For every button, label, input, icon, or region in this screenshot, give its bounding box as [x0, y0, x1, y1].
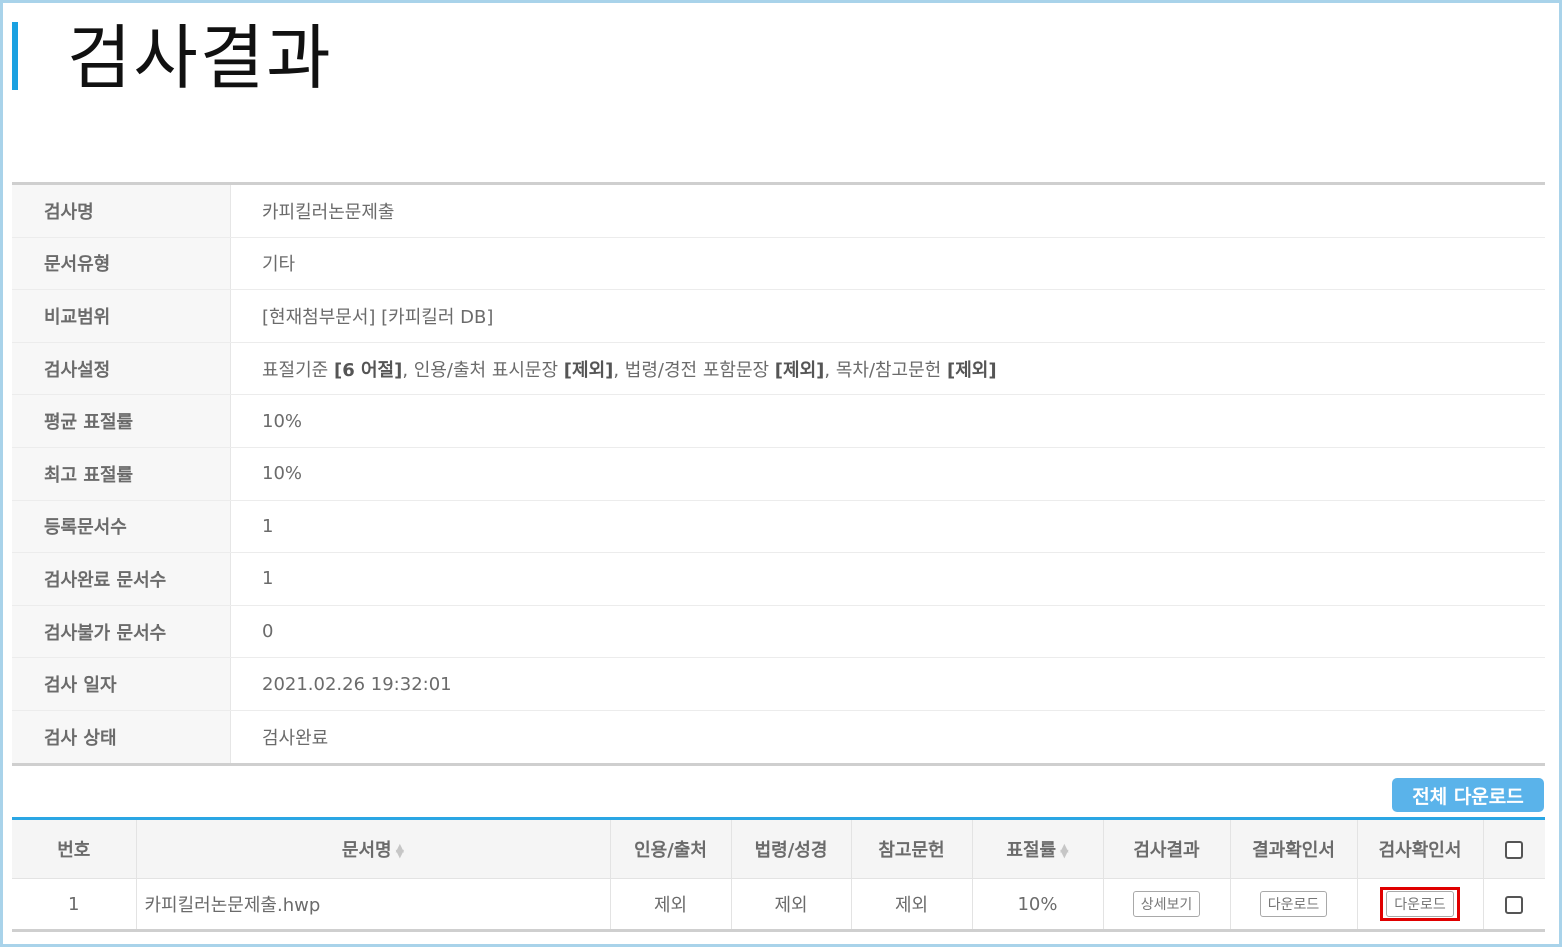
settings-value: 표절기준 [6 어절], 인용/출처 표시문장 [제외], 법령/경전 포함문장… [231, 343, 1545, 395]
info-row-settings: 검사설정 표절기준 [6 어절], 인용/출처 표시문장 [제외], 법령/경전… [12, 342, 1545, 396]
info-row-max-rate: 최고 표절률 10% [12, 447, 1545, 501]
header-reference: 참고문헌 [851, 818, 973, 879]
row-certificate-cell: 다운로드 [1357, 878, 1484, 931]
settings-text: 표절기준 [262, 359, 334, 381]
header-label: 문서명 [341, 840, 392, 861]
info-label: 검사명 [12, 185, 231, 237]
info-row-completed: 검사완료 문서수 1 [12, 553, 1545, 606]
info-row-scope: 비교범위 [현재첨부문서] [카피킬러 DB] [12, 290, 1545, 343]
page-title: 검사결과 [67, 17, 333, 99]
info-label: 등록문서수 [12, 500, 231, 553]
header-citation: 인용/출처 [610, 818, 732, 879]
info-value: 2021.02.26 19:32:01 [262, 673, 452, 695]
settings-bold: [제외] [563, 359, 614, 381]
table-header-row: 번호 문서명 ▲ ▼ 인용/출처 법령/성경 참고문헌 표절률 ▲ ▼ 검사결과 결과확… [12, 818, 1545, 879]
info-label: 검사설정 [12, 342, 231, 395]
settings-text: , 목차/참고문헌 [824, 359, 947, 381]
info-label: 최고 표절률 [12, 447, 231, 500]
select-all-checkbox[interactable] [1505, 840, 1524, 859]
info-value: 0 [262, 621, 274, 643]
page-frame: 검사결과 검사명 카피킬러논문제출 문서유형 기타 비교범위 [현재첨부문서] … [0, 0, 1562, 947]
info-label: 비교범위 [12, 290, 231, 342]
header-select-all [1483, 818, 1545, 879]
info-row-registered: 등록문서수 1 [12, 500, 1545, 554]
info-value: 카피킬러논문제출 [262, 201, 395, 223]
info-row-failed: 검사불가 문서수 0 [12, 605, 1545, 659]
header-label: 표절률 [1006, 840, 1057, 861]
row-law: 제외 [731, 878, 852, 931]
settings-text: , 인용/출처 표시문장 [402, 359, 564, 381]
highlight-box: 다운로드 [1380, 887, 1460, 921]
row-select-cell [1483, 879, 1545, 931]
info-row-status: 검사 상태 검사완료 [12, 710, 1545, 763]
info-row-doc-type: 문서유형 기타 [12, 237, 1545, 291]
header-report: 결과확인서 [1230, 818, 1358, 879]
sort-icon[interactable]: ▲ ▼ [1060, 842, 1068, 859]
info-value: [현재첨부문서] [카피킬러 DB] [262, 306, 494, 328]
info-value: 10% [262, 463, 303, 485]
report-download-button[interactable]: 다운로드 [1259, 891, 1328, 917]
header-doc-name[interactable]: 문서명 ▲ ▼ [136, 818, 611, 879]
certificate-download-button[interactable]: 다운로드 [1386, 891, 1454, 917]
info-label: 검사 상태 [12, 710, 231, 763]
info-value: 1 [262, 568, 274, 590]
info-value: 1 [262, 515, 274, 537]
header-rate[interactable]: 표절률 ▲ ▼ [972, 818, 1104, 879]
title-accent-bar [12, 22, 18, 90]
settings-text: , 법령/경전 포함문장 [613, 359, 775, 381]
info-value: 기타 [262, 254, 296, 276]
info-label: 문서유형 [12, 237, 231, 290]
info-row-name: 검사명 카피킬러논문제출 [12, 185, 1545, 238]
row-report-cell: 다운로드 [1230, 878, 1358, 931]
info-label: 검사 일자 [12, 658, 231, 710]
table-row: 1 카피킬러논문제출.hwp 제외 제외 제외 10% 상세보기 다운로드 다운… [12, 878, 1545, 931]
info-value: 10% [262, 410, 303, 432]
info-label: 검사완료 문서수 [12, 553, 231, 605]
download-all-button[interactable]: 전체 다운로드 [1392, 778, 1544, 812]
header-no: 번호 [12, 818, 137, 879]
row-rate: 10% [972, 878, 1104, 931]
row-no: 1 [12, 878, 137, 931]
info-label: 평균 표절률 [12, 395, 231, 447]
row-citation: 제외 [610, 878, 732, 931]
row-reference: 제외 [851, 878, 973, 931]
settings-bold: [제외] [946, 359, 997, 381]
settings-bold: [6 어절] [333, 359, 403, 381]
header-law: 법령/성경 [731, 818, 852, 879]
row-doc-name: 카피킬러논문제출.hwp [136, 878, 611, 931]
row-result-cell: 상세보기 [1103, 878, 1231, 931]
sort-icon[interactable]: ▲ ▼ [396, 842, 404, 859]
settings-bold: [제외] [774, 359, 825, 381]
info-table: 검사명 카피킬러논문제출 문서유형 기타 비교범위 [현재첨부문서] [카피킬러… [12, 182, 1545, 766]
info-label: 검사불가 문서수 [12, 605, 231, 658]
detail-view-button[interactable]: 상세보기 [1132, 891, 1201, 917]
info-row-date: 검사 일자 2021.02.26 19:32:01 [12, 658, 1545, 711]
result-table: 번호 문서명 ▲ ▼ 인용/출처 법령/성경 참고문헌 표절률 ▲ ▼ 검사결과 결과확… [12, 817, 1545, 932]
row-checkbox[interactable] [1505, 895, 1524, 914]
info-value: 검사완료 [262, 727, 329, 749]
header-result: 검사결과 [1103, 818, 1231, 879]
header-certificate: 검사확인서 [1357, 818, 1484, 879]
info-row-avg-rate: 평균 표절률 10% [12, 395, 1545, 448]
